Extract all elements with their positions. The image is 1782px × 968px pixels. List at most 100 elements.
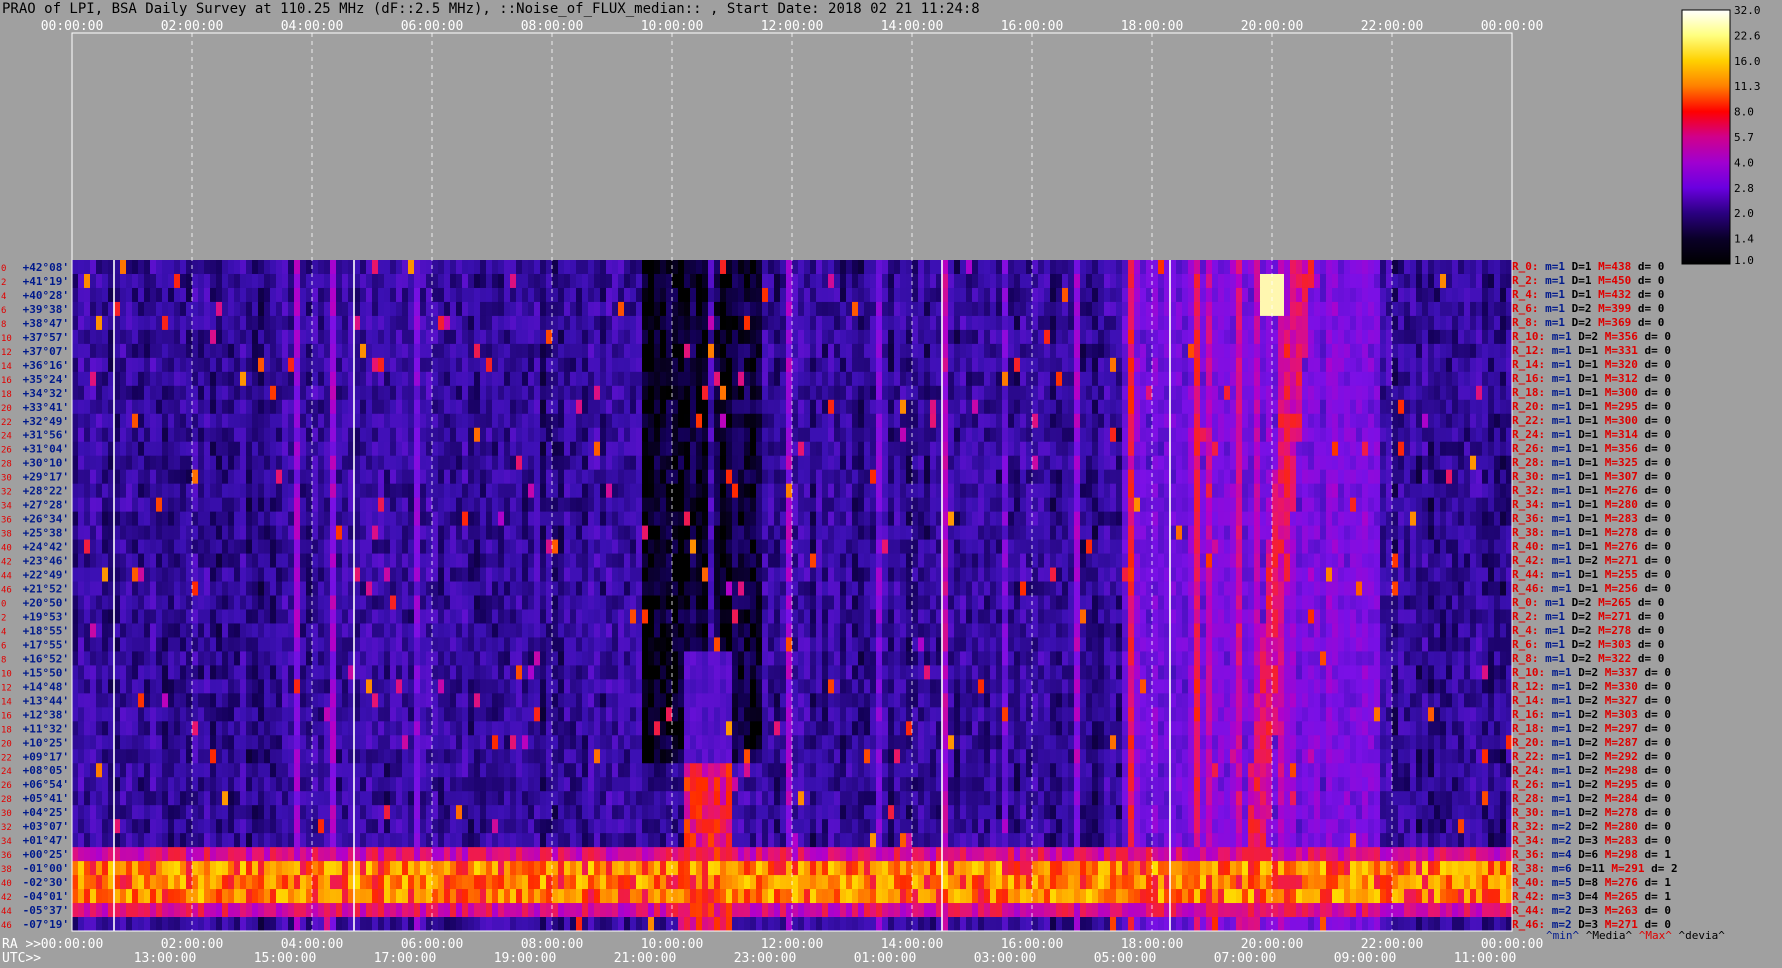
heatmap-cell bbox=[1338, 301, 1345, 317]
heatmap-cell bbox=[456, 427, 463, 443]
heatmap-cell bbox=[450, 371, 457, 387]
heatmap-cell bbox=[1368, 315, 1375, 331]
heatmap-cell bbox=[384, 413, 391, 429]
heatmap-cell bbox=[1446, 427, 1453, 443]
heatmap-cell bbox=[540, 273, 547, 289]
heatmap-cell bbox=[1470, 343, 1477, 359]
heatmap-cell bbox=[834, 287, 841, 303]
heatmap-cell bbox=[636, 511, 643, 527]
heatmap-cell bbox=[342, 260, 349, 275]
heatmap-cell bbox=[666, 511, 673, 527]
heatmap-cell bbox=[612, 497, 619, 513]
heatmap-cell bbox=[858, 301, 865, 317]
heatmap-cell bbox=[414, 315, 421, 331]
heatmap-cell bbox=[480, 483, 487, 499]
heatmap-cell bbox=[240, 329, 247, 345]
heatmap-cell bbox=[990, 469, 997, 485]
heatmap-cell bbox=[888, 427, 895, 443]
heatmap-cell bbox=[942, 273, 949, 289]
heatmap-cell bbox=[756, 315, 763, 331]
heatmap-cell bbox=[1224, 287, 1231, 303]
heatmap-cell bbox=[1182, 329, 1189, 345]
heatmap-cell bbox=[798, 399, 805, 415]
heatmap-cell bbox=[432, 329, 439, 345]
heatmap-cell bbox=[192, 413, 199, 429]
heatmap-cell bbox=[726, 483, 733, 499]
heatmap-cell bbox=[1140, 301, 1147, 317]
heatmap-cell bbox=[822, 539, 829, 554]
heatmap-cell bbox=[1326, 469, 1333, 485]
heatmap-cell bbox=[552, 371, 559, 387]
heatmap-cell bbox=[1212, 497, 1219, 513]
heatmap-cell bbox=[366, 469, 373, 485]
heatmap-cell bbox=[864, 315, 871, 331]
heatmap-cell bbox=[1326, 511, 1333, 527]
heatmap-cell bbox=[1170, 483, 1177, 499]
heatmap-cell bbox=[1434, 427, 1441, 443]
heatmap-cell bbox=[150, 315, 157, 331]
heatmap-cell bbox=[1116, 413, 1123, 429]
heatmap-cell bbox=[1266, 273, 1273, 289]
heatmap-cell bbox=[1116, 441, 1123, 457]
heatmap-cell bbox=[258, 385, 265, 401]
heatmap-cell bbox=[96, 371, 103, 387]
heatmap-cell bbox=[336, 427, 343, 443]
heatmap-cell bbox=[1350, 441, 1357, 457]
heatmap-cell bbox=[264, 413, 271, 429]
heatmap-cell bbox=[1428, 497, 1435, 513]
heatmap-cell bbox=[552, 483, 559, 499]
heatmap-cell bbox=[336, 273, 343, 289]
heatmap-cell bbox=[1014, 441, 1021, 457]
heatmap-cell bbox=[792, 260, 799, 275]
heatmap-cell bbox=[1020, 315, 1027, 331]
heatmap-cell bbox=[378, 427, 385, 443]
heatmap-cell bbox=[318, 497, 325, 513]
heatmap-cell bbox=[576, 511, 583, 527]
heatmap-cell bbox=[1170, 357, 1177, 373]
heatmap-cell bbox=[366, 357, 373, 373]
heatmap-cell bbox=[660, 497, 667, 513]
heatmap-cell bbox=[864, 413, 871, 429]
heatmap-cell bbox=[804, 273, 811, 289]
heatmap-cell bbox=[1308, 273, 1315, 289]
heatmap-cell bbox=[1428, 315, 1435, 331]
heatmap-cell bbox=[1128, 455, 1135, 471]
heatmap-cell bbox=[870, 525, 877, 540]
heatmap-cell bbox=[1482, 469, 1489, 485]
heatmap-cell bbox=[786, 525, 793, 540]
heatmap-cell bbox=[846, 329, 853, 345]
heatmap-cell bbox=[618, 413, 625, 429]
heatmap-cell bbox=[1092, 441, 1099, 457]
heatmap-cell bbox=[1302, 260, 1309, 275]
heatmap-cell bbox=[1248, 371, 1255, 387]
heatmap-cell bbox=[1002, 525, 1009, 540]
heatmap-cell bbox=[900, 483, 907, 499]
heatmap-cell bbox=[654, 385, 661, 401]
heatmap-cell bbox=[1332, 497, 1339, 513]
heatmap-cell bbox=[942, 427, 949, 443]
heatmap-cell bbox=[558, 497, 565, 513]
heatmap-cell bbox=[402, 427, 409, 443]
heatmap-cell bbox=[720, 315, 727, 331]
heatmap-cell bbox=[672, 343, 679, 359]
heatmap-cell bbox=[1404, 371, 1411, 387]
heatmap-cell bbox=[216, 497, 223, 513]
heatmap-cell bbox=[636, 357, 643, 373]
heatmap-cell bbox=[258, 413, 265, 429]
heatmap-cell bbox=[774, 427, 781, 443]
heatmap-cell bbox=[534, 343, 541, 359]
heatmap-cell bbox=[546, 511, 553, 527]
heatmap-cell bbox=[732, 260, 739, 275]
heatmap-cell bbox=[1056, 343, 1063, 359]
heatmap-cell bbox=[954, 343, 961, 359]
heatmap-cell bbox=[636, 455, 643, 471]
heatmap-cell bbox=[894, 483, 901, 499]
heatmap-cell bbox=[126, 287, 133, 303]
heatmap-cell bbox=[1104, 371, 1111, 387]
heatmap-cell bbox=[1482, 399, 1489, 415]
heatmap-cell bbox=[906, 260, 913, 275]
heatmap-cell bbox=[1440, 469, 1447, 485]
heatmap-cell bbox=[798, 469, 805, 485]
heatmap-cell bbox=[756, 455, 763, 471]
heatmap-cell bbox=[864, 469, 871, 485]
